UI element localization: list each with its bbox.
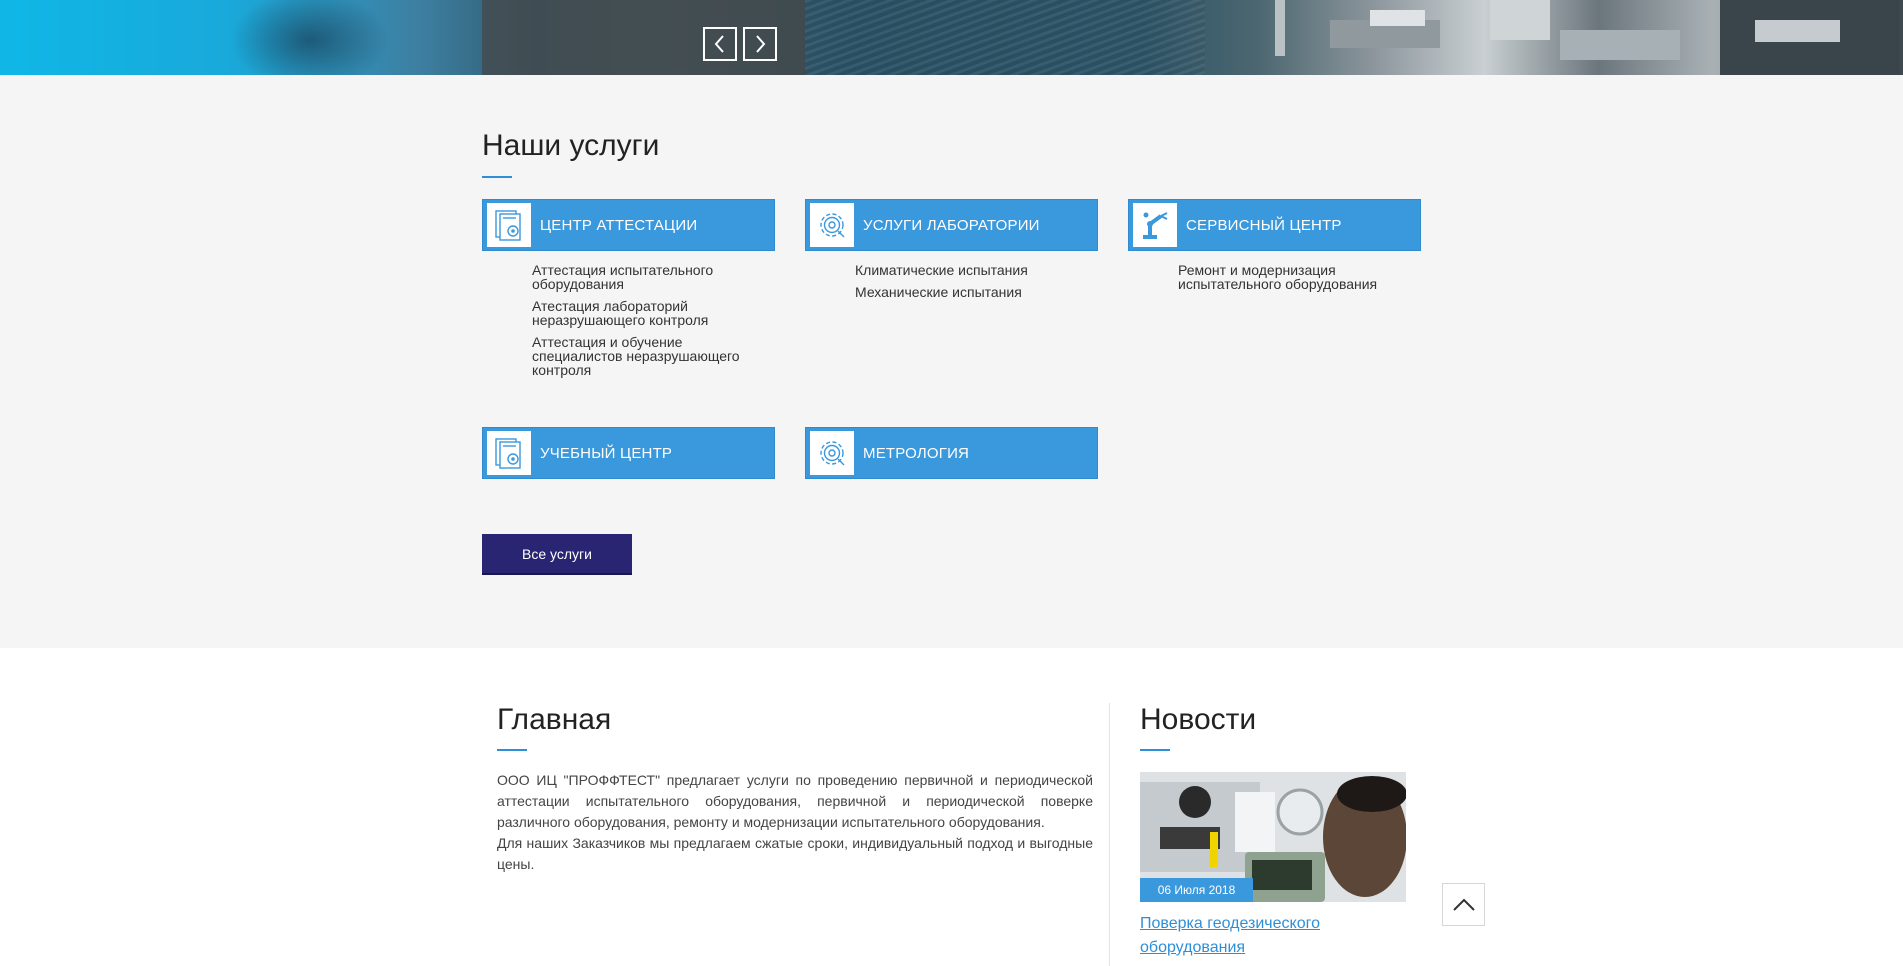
slider-prev-button[interactable] [703,27,737,61]
service-links: Аттестация испытательного оборудования А… [482,263,775,377]
list-item: Аттестация испытательного оборудования [532,263,775,291]
chevron-right-icon [756,35,766,53]
slider-next-button[interactable] [743,27,777,61]
column-divider [1109,703,1110,966]
gear-icon [810,203,854,247]
service-label: МЕТРОЛОГИЯ [863,444,970,462]
service-link[interactable]: Механические испытания [855,284,1022,300]
news-title: Новости [1140,703,1257,736]
title-underline [482,176,512,178]
main-description: ООО ИЦ "ПРОФФТЕСТ" предлагает услуги по … [497,770,1093,875]
service-header-service-center[interactable]: СЕРВИСНЫЙ ЦЕНТР [1128,199,1421,251]
service-link[interactable]: Атестация лабораторий неразрушающего кон… [532,298,708,328]
service-label: УЧЕБНЫЙ ЦЕНТР [540,444,673,462]
service-label: ЦЕНТР АТТЕСТАЦИИ [540,216,698,234]
service-label: СЕРВИСНЫЙ ЦЕНТР [1186,216,1342,234]
chevron-left-icon [714,35,724,53]
list-item: Ремонт и модернизация испытательного обо… [1178,263,1421,291]
hero-slider [0,0,1903,75]
hero-machine-part [1755,20,1840,42]
hero-machine-part [1490,0,1550,40]
main-paragraph: ООО ИЦ "ПРОФФТЕСТ" предлагает услуги по … [497,772,1093,830]
service-label: УСЛУГИ ЛАБОРАТОРИИ [863,216,1040,234]
service-link[interactable]: Ремонт и модернизация испытательного обо… [1178,262,1377,292]
news-item-link[interactable]: Поверка геодезического оборудования [1140,912,1380,960]
document-gear-icon [487,203,531,247]
all-services-button[interactable]: Все услуги [482,534,632,575]
service-card-service-center: СЕРВИСНЫЙ ЦЕНТР Ремонт и модернизация ис… [1128,199,1421,299]
main-title: Главная [497,703,612,736]
hero-machine-part [1370,10,1425,26]
service-header-attestation[interactable]: ЦЕНТР АТТЕСТАЦИИ [482,199,775,251]
list-item: Аттестация и обучение специалистов нераз… [532,335,775,377]
services-section: Наши услуги ЦЕНТР АТТЕСТАЦИИ Аттестация … [0,75,1903,648]
service-header-laboratory[interactable]: УСЛУГИ ЛАБОРАТОРИИ [805,199,1098,251]
service-header-training[interactable]: УЧЕБНЫЙ ЦЕНТР [482,427,775,479]
service-links: Ремонт и модернизация испытательного обо… [1128,263,1421,291]
service-link[interactable]: Аттестация и обучение специалистов нераз… [532,334,740,378]
main-paragraph: Для наших Заказчиков мы предлагаем сжаты… [497,835,1093,872]
service-link[interactable]: Аттестация испытательного оборудования [532,262,713,292]
list-item: Механические испытания [855,285,1098,299]
chevron-up-icon [1452,898,1475,911]
service-links: Климатические испытания Механические исп… [805,263,1098,299]
list-item: Атестация лабораторий неразрушающего кон… [532,299,775,327]
list-item: Климатические испытания [855,263,1098,277]
service-card-laboratory: УСЛУГИ ЛАБОРАТОРИИ Климатические испытан… [805,199,1098,307]
news-date-badge: 06 Июля 2018 [1140,878,1253,902]
gear-icon [810,431,854,475]
hero-machine-part [1560,30,1680,60]
service-link[interactable]: Климатические испытания [855,262,1028,278]
services-title: Наши услуги [482,129,660,162]
document-gear-icon [487,431,531,475]
hero-machine-part [1275,0,1285,56]
service-card-metrology: МЕТРОЛОГИЯ [805,427,1098,479]
title-underline [1140,749,1170,751]
robot-arm-icon [1133,203,1177,247]
hero-image-texture [805,0,1205,75]
title-underline [497,749,527,751]
scroll-to-top-button[interactable] [1442,883,1485,926]
service-header-metrology[interactable]: МЕТРОЛОГИЯ [805,427,1098,479]
service-card-attestation: ЦЕНТР АТТЕСТАЦИИ Аттестация испытательно… [482,199,775,385]
hero-image-blur [230,0,390,75]
service-card-training: УЧЕБНЫЙ ЦЕНТР [482,427,775,479]
